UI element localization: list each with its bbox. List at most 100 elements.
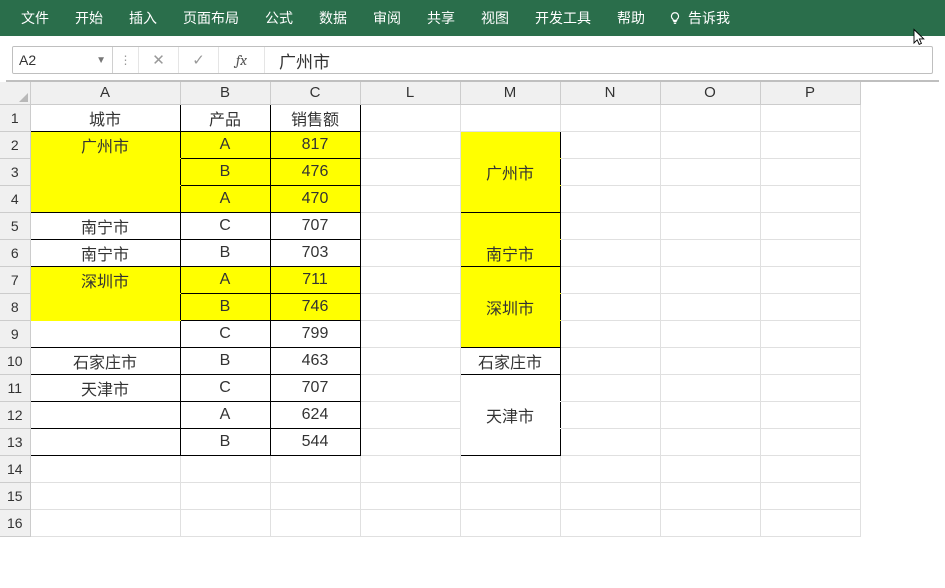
cell-M3[interactable]: 广州市	[460, 158, 560, 185]
cell-C16[interactable]	[270, 509, 360, 536]
cell-O13[interactable]	[660, 428, 760, 455]
cell-N9[interactable]	[560, 320, 660, 347]
cell-B14[interactable]	[180, 455, 270, 482]
cell-L12[interactable]	[360, 401, 460, 428]
cell-C14[interactable]	[270, 455, 360, 482]
row-header[interactable]: 10	[0, 347, 30, 374]
fx-icon[interactable]: fx	[219, 47, 265, 73]
cell-B7[interactable]: A	[180, 266, 270, 293]
column-header[interactable]: M	[460, 82, 560, 104]
cell-P5[interactable]	[760, 212, 860, 239]
cell-L7[interactable]	[360, 266, 460, 293]
row-header[interactable]: 3	[0, 158, 30, 185]
row-header[interactable]: 11	[0, 374, 30, 401]
cell-P15[interactable]	[760, 482, 860, 509]
cell-B13[interactable]: B	[180, 428, 270, 455]
cell-O9[interactable]	[660, 320, 760, 347]
cell-P14[interactable]	[760, 455, 860, 482]
cell-L4[interactable]	[360, 185, 460, 212]
cell-O11[interactable]	[660, 374, 760, 401]
cell-A7[interactable]: 深圳市	[30, 266, 180, 293]
cell-L3[interactable]	[360, 158, 460, 185]
cell-C9[interactable]: 799	[270, 320, 360, 347]
cell-P4[interactable]	[760, 185, 860, 212]
cell-P1[interactable]	[760, 104, 860, 131]
cell-B9[interactable]: C	[180, 320, 270, 347]
cell-A8[interactable]	[30, 293, 180, 320]
row-header[interactable]: 1	[0, 104, 30, 131]
cell-C1[interactable]: 销售额	[270, 104, 360, 131]
cell-M10[interactable]: 石家庄市	[460, 347, 560, 374]
cell-B16[interactable]	[180, 509, 270, 536]
formula-input[interactable]: 广州市	[265, 47, 932, 73]
cell-P13[interactable]	[760, 428, 860, 455]
cell-P11[interactable]	[760, 374, 860, 401]
cell-L11[interactable]	[360, 374, 460, 401]
cell-A10[interactable]: 石家庄市	[30, 347, 180, 374]
cell-B15[interactable]	[180, 482, 270, 509]
cell-P10[interactable]	[760, 347, 860, 374]
cell-C13[interactable]: 544	[270, 428, 360, 455]
cell-B2[interactable]: A	[180, 131, 270, 158]
cell-A9[interactable]	[30, 320, 180, 347]
ribbon-tab[interactable]: 公式	[252, 0, 306, 36]
cell-M5[interactable]	[460, 212, 560, 239]
ribbon-tab[interactable]: 开发工具	[522, 0, 604, 36]
cell-L14[interactable]	[360, 455, 460, 482]
cell-O7[interactable]	[660, 266, 760, 293]
ribbon-tab[interactable]: 视图	[468, 0, 522, 36]
row-header[interactable]: 12	[0, 401, 30, 428]
cell-M8[interactable]: 深圳市	[460, 293, 560, 320]
row-header[interactable]: 7	[0, 266, 30, 293]
cell-O1[interactable]	[660, 104, 760, 131]
row-header[interactable]: 8	[0, 293, 30, 320]
cell-C4[interactable]: 470	[270, 185, 360, 212]
cell-O3[interactable]	[660, 158, 760, 185]
cell-C12[interactable]: 624	[270, 401, 360, 428]
cell-N12[interactable]	[560, 401, 660, 428]
ribbon-tab[interactable]: 帮助	[604, 0, 658, 36]
spreadsheet-grid[interactable]: ABCLMNOP1城市产品销售额2广州市A8173B476广州市4A4705南宁…	[0, 82, 945, 537]
cell-O12[interactable]	[660, 401, 760, 428]
cell-A3[interactable]	[30, 158, 180, 185]
cell-N4[interactable]	[560, 185, 660, 212]
cell-L1[interactable]	[360, 104, 460, 131]
cell-A16[interactable]	[30, 509, 180, 536]
cell-A13[interactable]	[30, 428, 180, 455]
cell-A6[interactable]: 南宁市	[30, 239, 180, 266]
cell-M7[interactable]	[460, 266, 560, 293]
cell-A11[interactable]: 天津市	[30, 374, 180, 401]
cell-O4[interactable]	[660, 185, 760, 212]
cell-B6[interactable]: B	[180, 239, 270, 266]
cell-A4[interactable]	[30, 185, 180, 212]
column-header[interactable]: L	[360, 82, 460, 104]
cell-N10[interactable]	[560, 347, 660, 374]
cell-C3[interactable]: 476	[270, 158, 360, 185]
cell-P6[interactable]	[760, 239, 860, 266]
row-header[interactable]: 9	[0, 320, 30, 347]
cell-O5[interactable]	[660, 212, 760, 239]
row-header[interactable]: 5	[0, 212, 30, 239]
cell-B1[interactable]: 产品	[180, 104, 270, 131]
row-header[interactable]: 14	[0, 455, 30, 482]
cell-M9[interactable]	[460, 320, 560, 347]
ribbon-tab[interactable]: 开始	[62, 0, 116, 36]
column-header[interactable]: B	[180, 82, 270, 104]
cell-L5[interactable]	[360, 212, 460, 239]
cell-M2[interactable]	[460, 131, 560, 158]
cell-N2[interactable]	[560, 131, 660, 158]
cell-O2[interactable]	[660, 131, 760, 158]
cell-C11[interactable]: 707	[270, 374, 360, 401]
cell-P12[interactable]	[760, 401, 860, 428]
cell-B8[interactable]: B	[180, 293, 270, 320]
cell-O10[interactable]	[660, 347, 760, 374]
column-header[interactable]: P	[760, 82, 860, 104]
column-header[interactable]: A	[30, 82, 180, 104]
cell-A1[interactable]: 城市	[30, 104, 180, 131]
cell-L8[interactable]	[360, 293, 460, 320]
cell-P2[interactable]	[760, 131, 860, 158]
cell-C10[interactable]: 463	[270, 347, 360, 374]
cell-M12[interactable]: 天津市	[460, 401, 560, 428]
row-header[interactable]: 15	[0, 482, 30, 509]
row-header[interactable]: 16	[0, 509, 30, 536]
